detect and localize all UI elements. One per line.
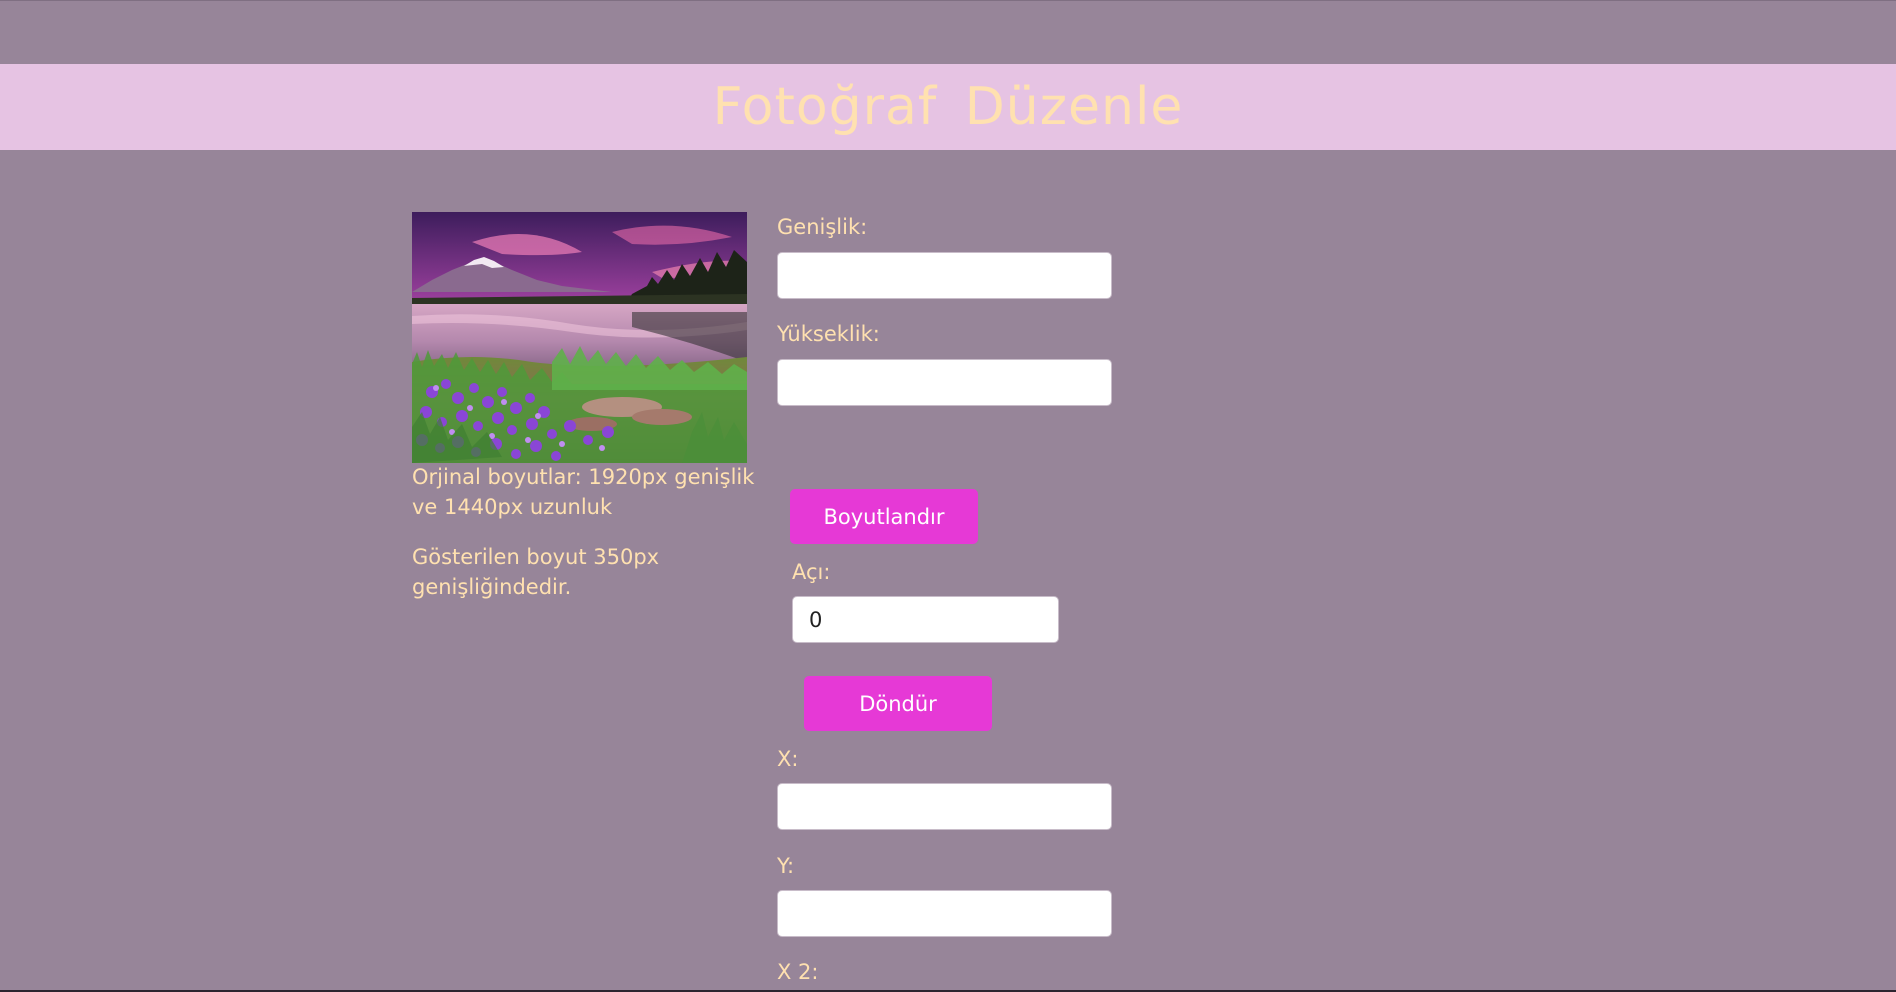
y-input[interactable] [777,890,1112,937]
page: Fotoğraf Düzenle Orjinal boyutlar: 1920p… [0,0,1896,992]
original-size-text: Orjinal boyutlar: 1920px genişlik ve 144… [412,465,755,519]
height-label: Yükseklik: [777,322,880,346]
page-title: Fotoğraf Düzenle [712,77,1184,137]
rotate-button[interactable]: Döndür [804,676,992,731]
height-input[interactable] [777,359,1112,406]
angle-input[interactable] [792,596,1059,643]
x-input[interactable] [777,783,1112,830]
width-input[interactable] [777,252,1112,299]
width-label: Genişlik: [777,215,868,239]
y-label: Y: [777,854,795,878]
display-size-text: Gösterilen boyut 350px genişliğindedir. [412,545,660,599]
angle-label: Açı: [792,560,831,584]
x2-label: X 2: [777,960,819,984]
resize-button[interactable]: Boyutlandır [790,489,978,544]
photo-preview [412,212,747,463]
x-label: X: [777,747,799,771]
page-header: Fotoğraf Düzenle [0,64,1896,150]
landscape-photo [412,212,747,463]
